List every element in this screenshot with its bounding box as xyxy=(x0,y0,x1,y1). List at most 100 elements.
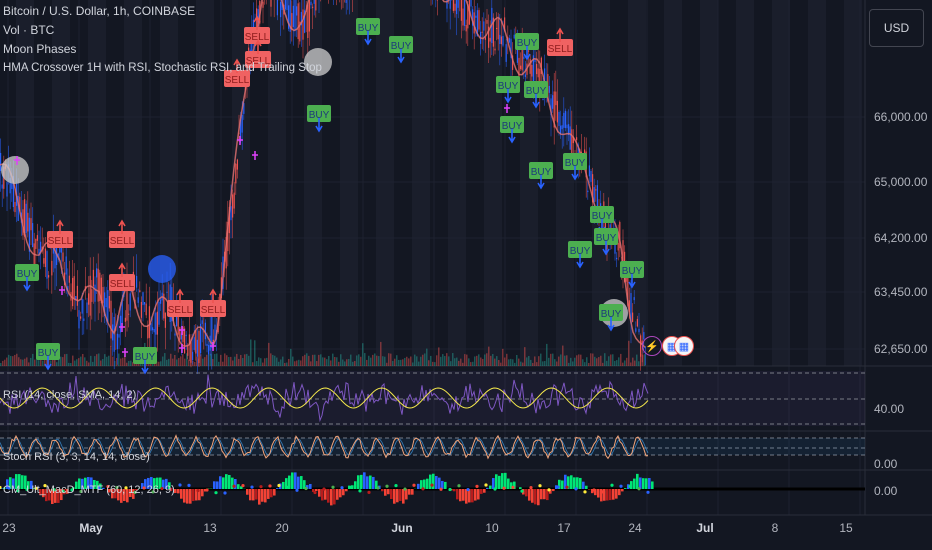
volume-bar xyxy=(566,355,568,366)
volume-bar xyxy=(526,357,528,366)
us-flag-icon[interactable]: ▦ xyxy=(674,336,694,356)
candle-body xyxy=(89,275,91,316)
candle-body xyxy=(92,269,94,287)
macd-histogram-bar xyxy=(222,477,225,489)
candle-body xyxy=(44,248,46,268)
candle-body xyxy=(284,0,286,10)
volume-bar xyxy=(220,354,222,366)
macd-signal-dot xyxy=(205,488,209,492)
candle-body xyxy=(102,287,104,304)
currency-button[interactable]: USD xyxy=(869,9,924,47)
volume-bar xyxy=(510,358,512,366)
volume-bar xyxy=(582,359,584,366)
volume-bar xyxy=(224,353,226,366)
svg-text:SELL: SELL xyxy=(110,236,135,247)
candle-body xyxy=(569,126,571,150)
volume-bar xyxy=(556,361,558,366)
price-chart[interactable]: BUYBUY BUYBUYBUYBUYBUYBUYBUYBUYBUYBUYBUYB… xyxy=(0,0,932,550)
candle-body xyxy=(81,299,83,314)
macd-histogram-bar xyxy=(507,478,510,489)
volume-bar xyxy=(62,357,64,366)
candle-body xyxy=(548,85,550,93)
macd-histogram-bar xyxy=(366,476,369,489)
volume-bar xyxy=(158,361,160,366)
candle-body xyxy=(156,311,158,335)
svg-text:SELL: SELL xyxy=(168,305,193,316)
macd-histogram-bar xyxy=(528,489,531,501)
macd-histogram-bar xyxy=(330,489,333,506)
volume-bar xyxy=(376,355,378,366)
macd-histogram-bar xyxy=(186,489,189,504)
volume-bar xyxy=(276,357,278,366)
macd-histogram-bar xyxy=(177,489,180,494)
macd-histogram-bar xyxy=(435,475,438,489)
candle-body xyxy=(116,333,118,350)
volume-bar xyxy=(26,357,28,366)
candle-body xyxy=(195,329,197,354)
macd-histogram-bar xyxy=(438,477,441,489)
macd-signal-dot xyxy=(592,488,596,492)
volume-bar xyxy=(288,358,290,366)
candle-body xyxy=(308,0,310,32)
volume-bar xyxy=(352,361,354,366)
candle-body xyxy=(46,251,48,279)
volume-bar xyxy=(180,356,182,366)
volume-bar xyxy=(170,353,172,366)
candle-body xyxy=(313,0,315,4)
macd-histogram-bar xyxy=(411,489,414,495)
candle-body xyxy=(470,0,472,7)
macd-signal-dot xyxy=(529,486,533,490)
macd-histogram-bar xyxy=(570,475,573,489)
volume-bar xyxy=(330,360,332,366)
macd-signal-dot xyxy=(448,487,452,492)
volume-bar xyxy=(90,355,92,366)
volume-bar xyxy=(258,357,260,366)
candle-body xyxy=(155,312,157,335)
macd-histogram-bar xyxy=(372,476,375,489)
lightning-icon[interactable]: ⚡ xyxy=(642,336,662,356)
candle-body xyxy=(198,330,200,364)
volume-bar xyxy=(404,357,406,366)
volume-bar xyxy=(120,358,122,366)
macd-histogram-bar xyxy=(369,475,372,489)
volume-bar xyxy=(68,362,70,366)
volume-bar xyxy=(118,353,120,366)
candle-body xyxy=(208,345,210,355)
signal-buy-label: BUY xyxy=(133,347,157,375)
volume-bar xyxy=(104,354,106,366)
macd-signal-dot xyxy=(565,485,569,489)
rsi-pane-label: RSI (14, close, SMA, 14, 2) xyxy=(3,389,137,401)
volume-bar xyxy=(392,361,394,366)
volume-bar xyxy=(596,358,598,366)
candle-body xyxy=(595,189,597,191)
candle-body xyxy=(460,0,462,21)
volume-bar xyxy=(516,354,518,366)
volume-bar xyxy=(218,361,220,366)
volume-bar xyxy=(388,353,390,366)
volume-bar xyxy=(618,357,620,366)
volume-bar xyxy=(348,358,350,366)
volume-bar xyxy=(60,356,62,366)
candle-body xyxy=(144,302,146,305)
volume-bar xyxy=(568,362,570,366)
macd-histogram-bar xyxy=(465,489,468,504)
macd-signal-dot xyxy=(214,491,218,495)
macd-histogram-bar xyxy=(225,474,228,489)
volume-bar xyxy=(366,359,368,366)
candle-body xyxy=(524,74,526,77)
volume-bar xyxy=(66,353,68,366)
volume-bar xyxy=(298,359,300,366)
volume-bar xyxy=(168,358,170,366)
candle-body xyxy=(86,302,88,314)
macd-signal-dot xyxy=(556,485,560,489)
volume-bar xyxy=(176,359,178,366)
candle-body xyxy=(68,275,70,283)
volume-bar xyxy=(610,354,612,366)
trailing-stop-marker xyxy=(252,151,258,160)
macd-histogram-bar xyxy=(396,489,399,503)
volume-bar xyxy=(464,354,466,366)
volume-bar xyxy=(160,361,162,366)
candle-body xyxy=(153,328,155,333)
candle-body xyxy=(193,337,195,350)
candle-body xyxy=(233,192,235,209)
